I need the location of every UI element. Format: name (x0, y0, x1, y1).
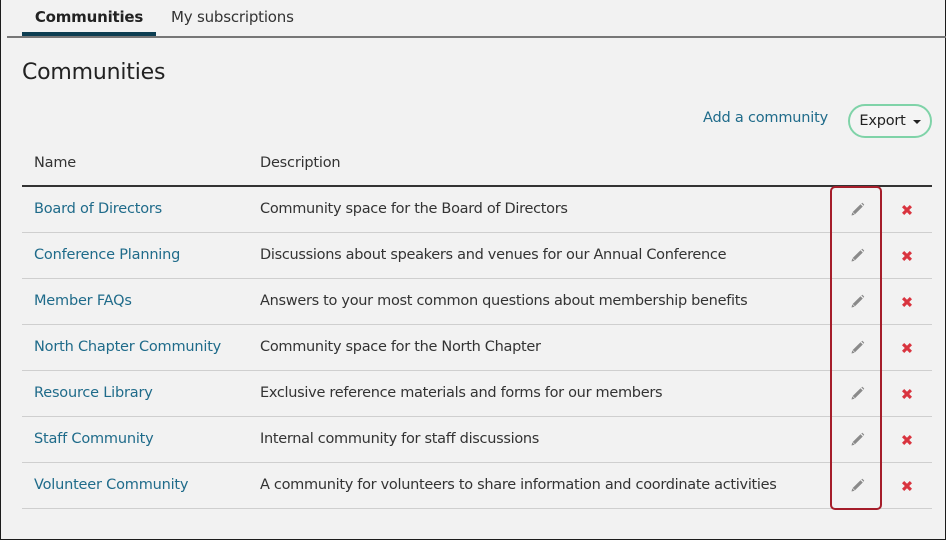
delete-x-icon[interactable] (899, 432, 915, 448)
export-button[interactable]: Export (848, 104, 932, 138)
add-community-link[interactable]: Add a community (703, 110, 828, 126)
community-description: A community for volunteers to share info… (260, 477, 777, 493)
tab-bar: Communities My subscriptions (7, 0, 946, 38)
pencil-icon[interactable] (849, 478, 865, 494)
delete-x-icon[interactable] (899, 386, 915, 402)
table-row: Staff Community Internal community for st… (22, 417, 932, 463)
table-row: North Chapter Community Community space f… (22, 325, 932, 371)
community-description: Community space for the North Chapter (260, 339, 541, 355)
table-header: Name Description (22, 146, 932, 187)
pencil-icon[interactable] (849, 386, 865, 402)
community-description: Answers to your most common questions ab… (260, 293, 748, 309)
communities-table: Board of Directors Community space for th… (22, 187, 932, 509)
community-name-link[interactable]: Volunteer Community (34, 477, 188, 493)
export-label: Export (859, 113, 906, 129)
pencil-icon[interactable] (849, 294, 865, 310)
community-name-link[interactable]: Resource Library (34, 385, 153, 401)
column-header-name: Name (34, 155, 76, 171)
delete-x-icon[interactable] (899, 248, 915, 264)
table-row: Resource Library Exclusive reference mate… (22, 371, 932, 417)
table-row: Board of Directors Community space for th… (22, 187, 932, 233)
community-name-link[interactable]: North Chapter Community (34, 339, 221, 355)
community-name-link[interactable]: Board of Directors (34, 201, 162, 217)
page-title: Communities (22, 60, 166, 85)
table-row: Member FAQs Answers to your most common q… (22, 279, 932, 325)
community-name-link[interactable]: Conference Planning (34, 247, 180, 263)
delete-x-icon[interactable] (899, 340, 915, 356)
caret-down-icon (912, 120, 921, 124)
tab-communities[interactable]: Communities (22, 8, 156, 36)
pencil-icon[interactable] (849, 432, 865, 448)
delete-x-icon[interactable] (899, 478, 915, 494)
table-row: Volunteer Community A community for volun… (22, 463, 932, 509)
community-description: Internal community for staff discussions (260, 431, 540, 447)
community-description: Community space for the Board of Directo… (260, 201, 568, 217)
delete-x-icon[interactable] (899, 202, 915, 218)
pencil-icon[interactable] (849, 248, 865, 264)
pencil-icon[interactable] (849, 340, 865, 356)
community-name-link[interactable]: Staff Community (34, 431, 154, 447)
delete-x-icon[interactable] (899, 294, 915, 310)
pencil-icon[interactable] (849, 202, 865, 218)
table-row: Conference Planning Discussions about spe… (22, 233, 932, 279)
community-name-link[interactable]: Member FAQs (34, 293, 132, 309)
community-description: Exclusive reference materials and forms … (260, 385, 663, 401)
tab-my-subscriptions[interactable]: My subscriptions (171, 8, 294, 36)
community-description: Discussions about speakers and venues fo… (260, 247, 727, 263)
column-header-description: Description (260, 155, 341, 171)
